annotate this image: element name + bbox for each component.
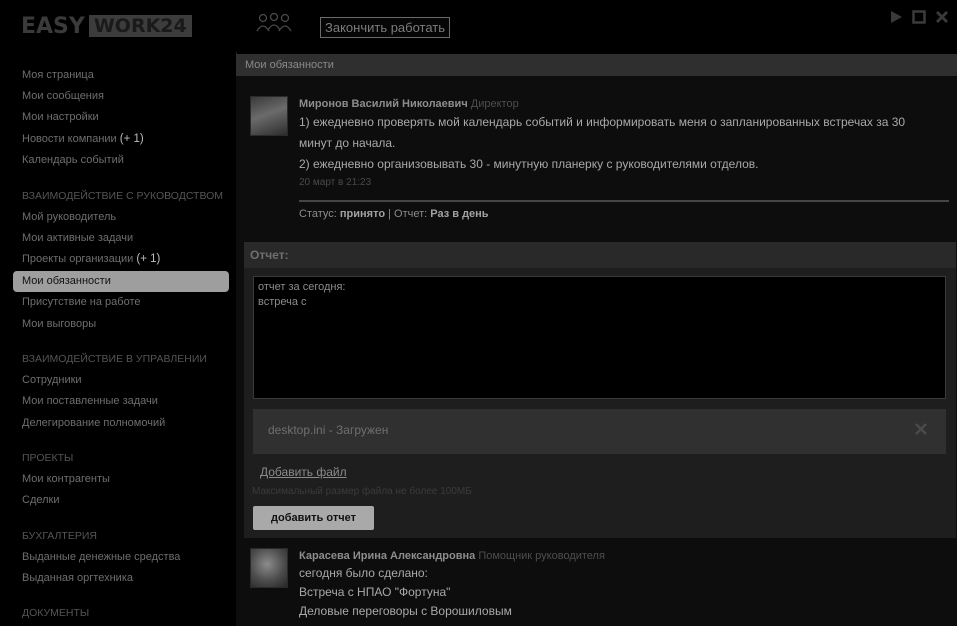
sidebar-item-my-page[interactable]: Моя страница [13, 65, 229, 86]
main-panel: Мои обязанности Миронов Василий Николаев… [236, 54, 957, 626]
divider [299, 200, 949, 202]
finish-work-button[interactable]: Закончить работать [320, 17, 451, 38]
news-badge: (+ 1) [119, 133, 144, 145]
author-line: Карасева Ирина Александровна Помощник ру… [299, 548, 949, 564]
duty-entry-body: Карасева Ирина Александровна Помощник ру… [299, 548, 949, 621]
window-controls [889, 10, 949, 24]
avatar[interactable] [250, 548, 288, 588]
report-frequency-label: Отчет: [394, 208, 428, 220]
author-role: Директор [470, 98, 519, 110]
max-file-size-hint: Максимальный размер файла не более 100МБ [252, 486, 472, 497]
page-title: Мои обязанности [236, 54, 957, 76]
logo-easy: EASY [21, 13, 85, 39]
avatar[interactable] [250, 96, 288, 136]
play-icon[interactable] [889, 10, 903, 24]
report-form-title: Отчет: [244, 242, 956, 268]
duty-text-line: 1) ежедневно проверять мой календарь соб… [299, 115, 906, 129]
sidebar-item-messages[interactable]: Мои сообщения [13, 86, 229, 107]
sidebar-item-org-projects[interactable]: Проекты организации (+ 1) [13, 249, 229, 270]
sidebar-item-assigned-tasks[interactable]: Мои поставленные задачи [13, 391, 229, 412]
sidebar-item-contractors[interactable]: Мои контрагенты [13, 469, 229, 490]
section-heading-accounting: БУХГАЛТЕРИЯ [22, 530, 97, 542]
sidebar-item-attendance[interactable]: Присутствие на работе [13, 292, 229, 313]
report-text-line: Встреча с НПАО "Фортуна" [299, 585, 451, 599]
author-name[interactable]: Миронов Василий Николаевич [299, 98, 468, 110]
report-form: Отчет: отчет за сегодня: встреча с deskt… [244, 242, 956, 538]
top-bar: EASY WORK24 Закончить работать [0, 0, 957, 52]
sidebar-item-settings[interactable]: Мои настройки [13, 107, 229, 128]
close-icon[interactable] [935, 10, 949, 24]
author-line: Миронов Василий Николаевич Директор [299, 96, 949, 112]
status-label: Статус: [299, 208, 337, 220]
sidebar-item-equipment-issued[interactable]: Выданная оргтехника [13, 568, 229, 589]
timestamp: 20 март в 21:23 [299, 177, 372, 188]
projects-badge: (+ 1) [136, 253, 161, 265]
report-frequency-value: Раз в день [430, 208, 489, 220]
report-text-line: отчет за сегодня: [258, 281, 346, 293]
status-value: принято [339, 208, 386, 220]
sidebar-item-employees[interactable]: Сотрудники [13, 370, 229, 391]
maximize-icon[interactable] [912, 10, 926, 24]
sidebar-item-delegation[interactable]: Делегирование полномочий [13, 413, 229, 434]
sidebar-item-funds-issued[interactable]: Выданные денежные средства [13, 547, 229, 568]
sidebar-item-active-tasks[interactable]: Мои активные задачи [13, 228, 229, 249]
logo-work24: WORK24 [88, 15, 192, 37]
duty-entry-body: Миронов Василий Николаевич Директор 1) е… [299, 96, 949, 223]
section-heading-control: ВЗАИМОДЕЙСТВИЕ В УПРАВЛЕНИИ [22, 353, 207, 365]
file-name: desktop.ini - Загружен [268, 423, 389, 437]
author-role: Помощник руководителя [478, 550, 605, 562]
add-report-button[interactable]: добавить отчет [253, 506, 374, 530]
sidebar-item-my-duties[interactable]: Мои обязанности [13, 271, 229, 292]
author-name[interactable]: Карасева Ирина Александровна [299, 550, 475, 562]
report-text-line: встреча с [258, 296, 307, 308]
duty-text-line: 2) ежедневно организовывать 30 - минутну… [299, 157, 759, 171]
status-line: Статус: принято | Отчет: Раз в день [299, 208, 489, 220]
section-heading-documents: ДОКУМЕНТЫ [22, 607, 90, 619]
report-text-line: сегодня было сделано: [299, 566, 428, 580]
section-heading-projects: ПРОЕКТЫ [22, 452, 74, 464]
duty-text-line: минут до начала. [299, 136, 396, 150]
report-textarea[interactable]: отчет за сегодня: встреча с [253, 276, 946, 399]
attached-file: desktop.ini - Загружен [253, 409, 946, 454]
remove-file-icon[interactable] [915, 423, 927, 435]
sidebar-item-company-news[interactable]: Новости компании (+ 1) [13, 129, 229, 150]
report-text-line: Деловые переговоры с Ворошиловым [299, 604, 512, 618]
sidebar-item-reprimands[interactable]: Мои выговоры [13, 314, 229, 335]
sidebar-item-deals[interactable]: Сделки [13, 490, 229, 511]
section-heading-management: ВЗАИМОДЕЙСТВИЕ С РУКОВОДСТВОМ [22, 190, 224, 202]
add-file-link[interactable]: Добавить файл [260, 465, 347, 479]
sidebar-item-calendar[interactable]: Календарь событий [13, 150, 229, 171]
users-icon[interactable] [254, 12, 294, 34]
app-logo[interactable]: EASY WORK24 [21, 13, 192, 39]
sidebar-item-my-manager[interactable]: Мой руководитель [13, 207, 229, 228]
sidebar: Моя страница Мои сообщения Мои настройки… [0, 62, 236, 626]
